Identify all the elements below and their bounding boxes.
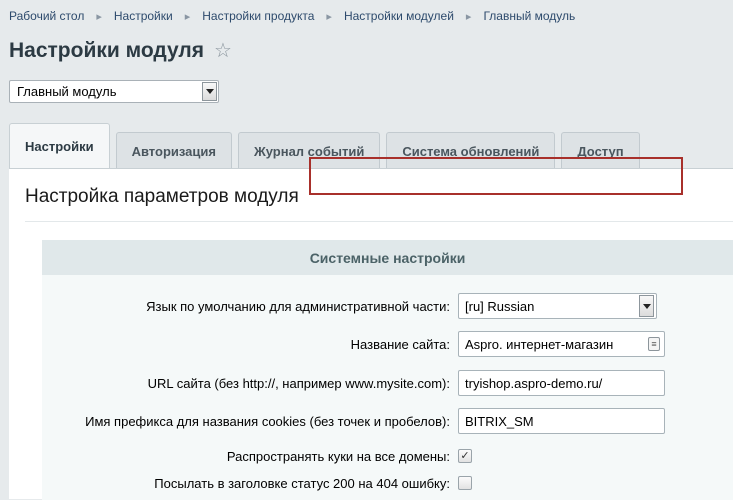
site-url-label: URL сайта (без http://, например www.mys… — [147, 375, 450, 391]
status-200-row: Посылать в заголовке статус 200 на 404 о… — [42, 470, 733, 496]
module-select-value: Главный модуль — [17, 84, 117, 99]
site-name-row: Название сайта: Aspro. интернет-магазин … — [42, 331, 733, 357]
page-title: Настройки модуля — [9, 38, 205, 62]
site-name-label: Название сайта: — [350, 336, 450, 352]
divider — [25, 221, 733, 222]
breadcrumb-item[interactable]: Настройки — [114, 9, 173, 23]
chevron-right-icon: ▸ — [96, 10, 102, 23]
dropdown-arrow-icon[interactable] — [202, 82, 217, 101]
site-url-row: URL сайта (без http://, например www.mys… — [42, 370, 733, 396]
cookie-prefix-value: BITRIX_SM — [465, 413, 534, 429]
language-label: Язык по умолчанию для административной ч… — [146, 298, 450, 314]
share-cookies-row: Распространять куки на все домены: ✓ — [42, 443, 733, 469]
checkmark-icon: ✓ — [460, 449, 470, 462]
tab-label: Авторизация — [131, 143, 216, 159]
module-select[interactable]: Главный модуль — [9, 80, 219, 103]
language-select[interactable]: [ru] Russian — [458, 293, 657, 319]
section-header: Системные настройки — [42, 240, 733, 275]
cookie-prefix-label: Имя префикса для названия cookies (без т… — [85, 413, 450, 429]
page-title-row: Настройки модуля ☆ — [9, 38, 232, 63]
cookie-prefix-row: Имя префикса для названия cookies (без т… — [42, 408, 733, 434]
cookie-prefix-input[interactable]: BITRIX_SM — [458, 408, 665, 434]
star-icon[interactable]: ☆ — [214, 38, 232, 63]
site-name-value: Aspro. интернет-магазин — [465, 336, 614, 352]
share-cookies-label: Распространять куки на все домены: — [226, 448, 450, 464]
settings-block: Системные настройки Язык по умолчанию дл… — [42, 240, 733, 500]
breadcrumb-item[interactable]: Рабочий стол — [9, 9, 84, 23]
tab-authorization[interactable]: Авторизация — [115, 132, 232, 169]
highlight-box — [309, 157, 683, 195]
status-200-label: Посылать в заголовке статус 200 на 404 о… — [154, 475, 450, 491]
panel-title: Настройка параметров модуля — [25, 186, 299, 207]
site-url-value: tryishop.aspro-demo.ru/ — [465, 375, 603, 391]
language-value: [ru] Russian — [465, 298, 535, 314]
settings-panel: Настройка параметров модуля Системные на… — [9, 168, 733, 500]
chevron-right-icon: ▸ — [326, 10, 332, 23]
lock-icon[interactable]: ≡ — [648, 337, 660, 351]
tab-label: Настройки — [25, 139, 94, 154]
breadcrumb: Рабочий стол ▸ Настройки ▸ Настройки про… — [9, 9, 575, 23]
breadcrumb-item-current[interactable]: Главный модуль — [483, 9, 575, 23]
tab-settings[interactable]: Настройки — [9, 123, 110, 169]
breadcrumb-item[interactable]: Настройки продукта — [202, 9, 314, 23]
dropdown-arrow-icon[interactable] — [639, 295, 654, 317]
site-name-input[interactable]: Aspro. интернет-магазин ≡ — [458, 331, 665, 357]
status-200-checkbox[interactable] — [458, 476, 472, 490]
share-cookies-checkbox[interactable]: ✓ — [458, 449, 472, 463]
site-url-input[interactable]: tryishop.aspro-demo.ru/ — [458, 370, 665, 396]
language-row: Язык по умолчанию для административной ч… — [42, 293, 733, 319]
chevron-right-icon: ▸ — [184, 10, 191, 23]
breadcrumb-item[interactable]: Настройки модулей — [344, 9, 454, 23]
chevron-right-icon: ▸ — [465, 10, 472, 23]
